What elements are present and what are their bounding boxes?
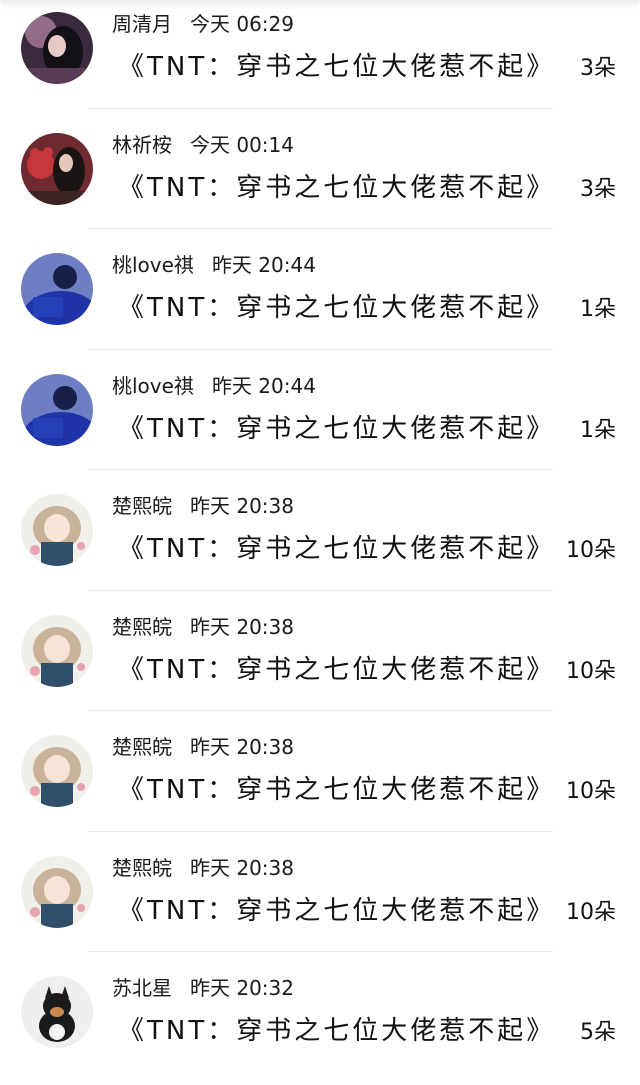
gift-time: 今天 00:14 bbox=[190, 132, 294, 157]
gift-meta: 楚熙皖 昨天 20:38 bbox=[112, 854, 294, 882]
gift-record-list: 周清月 今天 06:29 《TNT：穿书之七位大佬惹不起》 3朵 林祈桉 今天 00… bbox=[0, 0, 640, 1085]
user-avatar[interactable] bbox=[21, 855, 93, 928]
sender-name[interactable]: 桃love祺 bbox=[112, 374, 194, 398]
gift-time: 昨天 20:38 bbox=[190, 735, 294, 759]
flower-count: 10朵 bbox=[566, 899, 616, 925]
gift-time: 昨天 20:38 bbox=[190, 614, 294, 639]
sender-name[interactable]: 楚熙皖 bbox=[112, 856, 172, 880]
gift-record-item[interactable]: 周清月 今天 06:29 《TNT：穿书之七位大佬惹不起》 3朵 bbox=[0, 0, 640, 121]
gift-meta: 苏北星 昨天 20:32 bbox=[112, 974, 294, 1002]
gift-time: 昨天 20:32 bbox=[190, 976, 294, 1000]
divider bbox=[88, 348, 553, 350]
divider bbox=[88, 710, 553, 711]
book-title: 《TNT：穿书之七位大佬惹不起》 bbox=[118, 413, 556, 444]
book-title: 《TNT：穿书之七位大佬惹不起》 bbox=[118, 52, 556, 82]
gift-meta: 桃love祺 昨天 20:44 bbox=[112, 372, 316, 400]
sender-name[interactable]: 周清月 bbox=[112, 12, 172, 36]
divider bbox=[88, 228, 553, 229]
sender-name[interactable]: 林祈桉 bbox=[112, 133, 172, 157]
user-avatar[interactable] bbox=[21, 614, 93, 687]
user-avatar[interactable] bbox=[21, 494, 93, 566]
flower-count: 5朵 bbox=[580, 1020, 616, 1045]
gift-record-item[interactable]: 桃love祺 昨天 20:44 《TNT：穿书之七位大佬惹不起》 1朵 bbox=[0, 362, 640, 483]
flower-count: 10朵 bbox=[566, 538, 616, 563]
flower-count: 1朵 bbox=[580, 297, 616, 322]
gift-meta: 楚熙皖 昨天 20:38 bbox=[112, 733, 294, 761]
book-title: 《TNT：穿书之七位大佬惹不起》 bbox=[118, 775, 556, 805]
flower-count: 10朵 bbox=[566, 658, 616, 684]
sender-name[interactable]: 楚熙皖 bbox=[112, 615, 172, 639]
user-avatar[interactable] bbox=[21, 735, 93, 807]
flower-count: 3朵 bbox=[580, 56, 616, 81]
book-title: 《TNT：穿书之七位大佬惹不起》 bbox=[118, 895, 556, 926]
user-avatar[interactable] bbox=[21, 12, 93, 84]
divider bbox=[88, 830, 553, 832]
gift-record-item[interactable]: 苏北星 昨天 20:32 《TNT：穿书之七位大佬惹不起》 5朵 bbox=[0, 964, 640, 1085]
gift-record-item[interactable]: 楚熙皖 昨天 20:38 《TNT：穿书之七位大佬惹不起》 10朵 bbox=[0, 844, 640, 965]
gift-record-item[interactable]: 桃love祺 昨天 20:44 《TNT：穿书之七位大佬惹不起》 1朵 bbox=[0, 241, 640, 362]
gift-time: 今天 06:29 bbox=[190, 12, 294, 36]
sender-name[interactable]: 楚熙皖 bbox=[112, 494, 172, 518]
book-title: 《TNT：穿书之七位大佬惹不起》 bbox=[118, 1016, 556, 1046]
user-avatar[interactable] bbox=[21, 132, 93, 205]
flower-count: 1朵 bbox=[580, 417, 616, 443]
divider bbox=[88, 469, 553, 470]
gift-time: 昨天 20:38 bbox=[190, 855, 294, 880]
gift-record-item[interactable]: 楚熙皖 昨天 20:38 《TNT：穿书之七位大佬惹不起》 10朵 bbox=[0, 482, 640, 603]
gift-meta: 桃love祺 昨天 20:44 bbox=[112, 251, 316, 279]
flower-count: 10朵 bbox=[566, 779, 616, 804]
gift-record-item[interactable]: 林祈桉 今天 00:14 《TNT：穿书之七位大佬惹不起》 3朵 bbox=[0, 121, 640, 242]
book-title: 《TNT：穿书之七位大佬惹不起》 bbox=[118, 654, 556, 685]
divider bbox=[88, 107, 553, 109]
gift-meta: 楚熙皖 昨天 20:38 bbox=[112, 492, 294, 520]
gift-record-item[interactable]: 楚熙皖 昨天 20:38 《TNT：穿书之七位大佬惹不起》 10朵 bbox=[0, 723, 640, 844]
divider bbox=[88, 589, 553, 591]
book-title: 《TNT：穿书之七位大佬惹不起》 bbox=[118, 293, 556, 323]
user-avatar[interactable] bbox=[21, 373, 93, 446]
sender-name[interactable]: 桃love祺 bbox=[112, 253, 194, 277]
gift-meta: 楚熙皖 昨天 20:38 bbox=[112, 613, 294, 641]
gift-meta: 林祈桉 今天 00:14 bbox=[112, 131, 294, 159]
user-avatar[interactable] bbox=[21, 253, 93, 325]
gift-time: 昨天 20:38 bbox=[190, 494, 294, 518]
flower-count: 3朵 bbox=[580, 176, 616, 202]
gift-record-item[interactable]: 楚熙皖 昨天 20:38 《TNT：穿书之七位大佬惹不起》 10朵 bbox=[0, 603, 640, 724]
user-avatar[interactable] bbox=[21, 976, 93, 1048]
sender-name[interactable]: 楚熙皖 bbox=[112, 735, 172, 759]
gift-meta: 周清月 今天 06:29 bbox=[112, 10, 294, 38]
gift-time: 昨天 20:44 bbox=[211, 253, 316, 277]
gift-time: 昨天 20:44 bbox=[211, 373, 316, 398]
divider bbox=[88, 951, 553, 952]
book-title: 《TNT：穿书之七位大佬惹不起》 bbox=[118, 534, 556, 564]
book-title: 《TNT：穿书之七位大佬惹不起》 bbox=[118, 172, 556, 203]
sender-name[interactable]: 苏北星 bbox=[112, 976, 172, 1000]
